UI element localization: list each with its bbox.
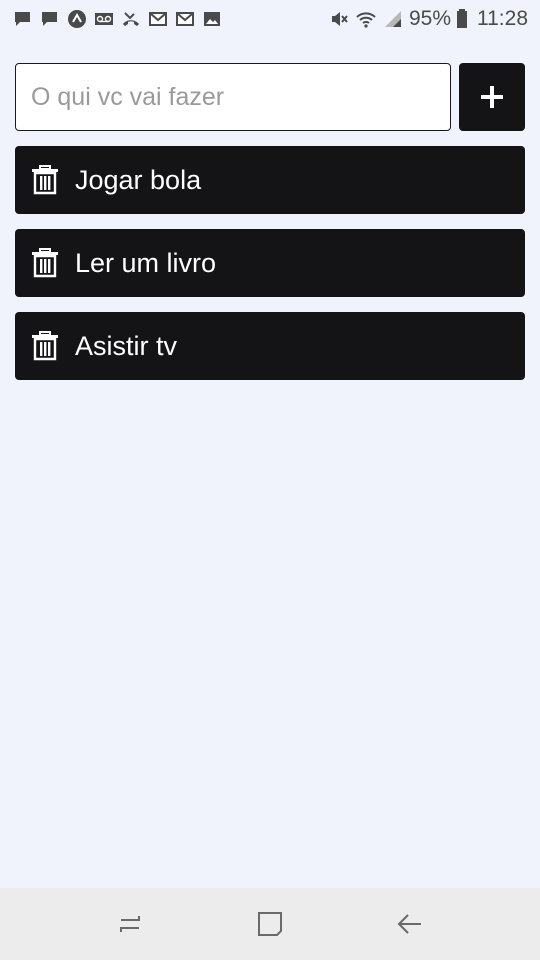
wifi-icon [355, 9, 377, 29]
system-status: 95% 11:28 [328, 7, 528, 31]
recent-apps-icon [120, 916, 140, 932]
recent-apps-button[interactable] [100, 894, 160, 954]
app-icon [66, 9, 88, 29]
signal-icon [382, 9, 404, 29]
back-button[interactable] [380, 894, 440, 954]
clock: 11:28 [477, 7, 528, 30]
task-item: Asistir tv [15, 312, 525, 380]
battery-icon [456, 9, 468, 29]
trash-icon[interactable] [31, 248, 59, 278]
mail-icon [174, 9, 196, 29]
plus-icon [481, 86, 504, 108]
task-label: Asistir tv [75, 330, 178, 361]
mute-icon [328, 9, 350, 29]
status-bar: 95% 11:28 [0, 0, 540, 38]
voicemail-icon [93, 9, 115, 29]
trash-icon[interactable] [31, 331, 59, 361]
chat-icon [39, 9, 61, 29]
home-button[interactable] [240, 894, 300, 954]
navigation-bar [0, 888, 540, 960]
battery-percent: 95% [408, 7, 451, 30]
task-input[interactable] [15, 63, 452, 131]
missed-call-icon [120, 9, 142, 29]
task-list: Jogar bola Ler um livro Asistir tv [15, 146, 525, 395]
back-arrow-icon [397, 914, 421, 934]
add-task-button[interactable] [459, 63, 525, 131]
image-icon [201, 9, 223, 29]
notification-icons [12, 9, 223, 29]
add-task-row [15, 63, 525, 131]
home-icon [258, 912, 282, 936]
task-label: Jogar bola [75, 164, 202, 195]
trash-icon[interactable] [31, 165, 59, 195]
mail-icon [147, 9, 169, 29]
chat-icon [12, 9, 34, 29]
task-label: Ler um livro [75, 247, 217, 278]
task-item: Ler um livro [15, 229, 525, 297]
task-item: Jogar bola [15, 146, 525, 214]
